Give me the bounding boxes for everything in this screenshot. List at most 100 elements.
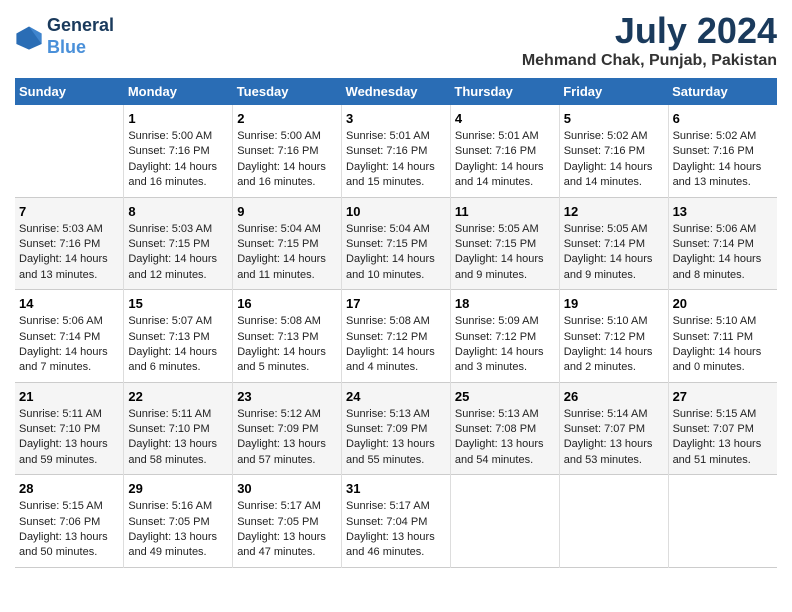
cell-sun-info: Sunrise: 5:13 AMSunset: 7:09 PMDaylight:… bbox=[346, 407, 446, 469]
calendar-week-1: 1 Sunrise: 5:00 AMSunset: 7:16 PMDaylight… bbox=[15, 105, 777, 197]
calendar-cell: 30Sunrise: 5:17 AMSunset: 7:05 PMDayligh… bbox=[233, 475, 342, 568]
calendar-cell: 22Sunrise: 5:11 AMSunset: 7:10 PMDayligh… bbox=[124, 382, 233, 475]
calendar-cell: 5 Sunrise: 5:02 AMSunset: 7:16 PMDaylight… bbox=[559, 105, 668, 197]
cell-sun-info: Sunrise: 5:06 AMSunset: 7:14 PMDaylight:… bbox=[673, 222, 773, 284]
calendar-cell: 19Sunrise: 5:10 AMSunset: 7:12 PMDayligh… bbox=[559, 290, 668, 383]
calendar-week-3: 14 Sunrise: 5:06 AMSunset: 7:14 PMDayligh… bbox=[15, 290, 777, 383]
day-number: 5 bbox=[564, 111, 664, 126]
calendar-table: SundayMondayTuesdayWednesdayThursdayFrid… bbox=[15, 78, 777, 568]
day-number: 15 bbox=[128, 296, 228, 311]
day-header-friday: Friday bbox=[559, 78, 668, 105]
cell-sun-info: Sunrise: 5:14 AMSunset: 7:07 PMDaylight:… bbox=[564, 407, 664, 469]
main-title: July 2024 bbox=[522, 10, 777, 52]
day-header-wednesday: Wednesday bbox=[342, 78, 451, 105]
calendar-cell: 23 Sunrise: 5:12 AMSunset: 7:09 PMDayligh… bbox=[233, 382, 342, 475]
calendar-cell: 29Sunrise: 5:16 AMSunset: 7:05 PMDayligh… bbox=[124, 475, 233, 568]
cell-sun-info: Sunrise: 5:03 AMSunset: 7:16 PMDaylight:… bbox=[19, 222, 119, 284]
day-number: 25 bbox=[455, 389, 555, 404]
cell-sun-info: Sunrise: 5:01 AMSunset: 7:16 PMDaylight:… bbox=[455, 129, 555, 191]
calendar-cell: 7 Sunrise: 5:03 AMSunset: 7:16 PMDaylight… bbox=[15, 197, 124, 290]
cell-sun-info: Sunrise: 5:00 AMSunset: 7:16 PMDaylight:… bbox=[237, 129, 337, 191]
title-area: July 2024 Mehmand Chak, Punjab, Pakistan bbox=[522, 10, 777, 70]
calendar-cell: 12Sunrise: 5:05 AMSunset: 7:14 PMDayligh… bbox=[559, 197, 668, 290]
calendar-cell: 16Sunrise: 5:08 AMSunset: 7:13 PMDayligh… bbox=[233, 290, 342, 383]
day-number: 23 bbox=[237, 389, 337, 404]
day-number: 14 bbox=[19, 296, 119, 311]
day-number: 8 bbox=[128, 204, 228, 219]
cell-sun-info: Sunrise: 5:17 AMSunset: 7:04 PMDaylight:… bbox=[346, 499, 446, 561]
calendar-cell: 6 Sunrise: 5:02 AMSunset: 7:16 PMDaylight… bbox=[668, 105, 777, 197]
day-header-saturday: Saturday bbox=[668, 78, 777, 105]
calendar-cell: 21Sunrise: 5:11 AMSunset: 7:10 PMDayligh… bbox=[15, 382, 124, 475]
day-number: 28 bbox=[19, 481, 119, 496]
cell-sun-info: Sunrise: 5:10 AMSunset: 7:11 PMDaylight:… bbox=[673, 314, 773, 376]
calendar-cell: 14 Sunrise: 5:06 AMSunset: 7:14 PMDayligh… bbox=[15, 290, 124, 383]
day-header-tuesday: Tuesday bbox=[233, 78, 342, 105]
cell-sun-info: Sunrise: 5:02 AMSunset: 7:16 PMDaylight:… bbox=[564, 129, 664, 191]
day-number: 29 bbox=[128, 481, 228, 496]
day-number: 27 bbox=[673, 389, 773, 404]
calendar-cell: 13 Sunrise: 5:06 AMSunset: 7:14 PMDayligh… bbox=[668, 197, 777, 290]
calendar-cell: 28 Sunrise: 5:15 AMSunset: 7:06 PMDayligh… bbox=[15, 475, 124, 568]
calendar-week-2: 7 Sunrise: 5:03 AMSunset: 7:16 PMDaylight… bbox=[15, 197, 777, 290]
cell-sun-info: Sunrise: 5:15 AMSunset: 7:06 PMDaylight:… bbox=[19, 499, 119, 561]
calendar-cell: 26 Sunrise: 5:14 AMSunset: 7:07 PMDayligh… bbox=[559, 382, 668, 475]
cell-sun-info: Sunrise: 5:05 AMSunset: 7:15 PMDaylight:… bbox=[455, 222, 555, 284]
day-header-monday: Monday bbox=[124, 78, 233, 105]
calendar-cell bbox=[668, 475, 777, 568]
calendar-cell: 27 Sunrise: 5:15 AMSunset: 7:07 PMDayligh… bbox=[668, 382, 777, 475]
calendar-cell: 20 Sunrise: 5:10 AMSunset: 7:11 PMDayligh… bbox=[668, 290, 777, 383]
calendar-cell: 11 Sunrise: 5:05 AMSunset: 7:15 PMDayligh… bbox=[450, 197, 559, 290]
calendar-cell: 3Sunrise: 5:01 AMSunset: 7:16 PMDaylight… bbox=[342, 105, 451, 197]
day-number: 11 bbox=[455, 204, 555, 219]
cell-sun-info: Sunrise: 5:15 AMSunset: 7:07 PMDaylight:… bbox=[673, 407, 773, 469]
cell-sun-info: Sunrise: 5:12 AMSunset: 7:09 PMDaylight:… bbox=[237, 407, 337, 469]
cell-sun-info: Sunrise: 5:02 AMSunset: 7:16 PMDaylight:… bbox=[673, 129, 773, 191]
day-number: 10 bbox=[346, 204, 446, 219]
day-number: 20 bbox=[673, 296, 773, 311]
calendar-cell: 2Sunrise: 5:00 AMSunset: 7:16 PMDaylight… bbox=[233, 105, 342, 197]
day-number: 6 bbox=[673, 111, 773, 126]
day-number: 22 bbox=[128, 389, 228, 404]
cell-sun-info: Sunrise: 5:06 AMSunset: 7:14 PMDaylight:… bbox=[19, 314, 119, 376]
calendar-cell bbox=[15, 105, 124, 197]
cell-sun-info: Sunrise: 5:08 AMSunset: 7:12 PMDaylight:… bbox=[346, 314, 446, 376]
calendar-cell: 25 Sunrise: 5:13 AMSunset: 7:08 PMDayligh… bbox=[450, 382, 559, 475]
page-header: General Blue July 2024 Mehmand Chak, Pun… bbox=[15, 10, 777, 70]
calendar-cell: 8 Sunrise: 5:03 AMSunset: 7:15 PMDaylight… bbox=[124, 197, 233, 290]
day-number: 17 bbox=[346, 296, 446, 311]
calendar-cell bbox=[450, 475, 559, 568]
calendar-cell: 1 Sunrise: 5:00 AMSunset: 7:16 PMDaylight… bbox=[124, 105, 233, 197]
day-header-sunday: Sunday bbox=[15, 78, 124, 105]
cell-sun-info: Sunrise: 5:04 AMSunset: 7:15 PMDaylight:… bbox=[237, 222, 337, 284]
day-number: 4 bbox=[455, 111, 555, 126]
logo-icon bbox=[15, 23, 43, 51]
cell-sun-info: Sunrise: 5:07 AMSunset: 7:13 PMDaylight:… bbox=[128, 314, 228, 376]
day-number: 19 bbox=[564, 296, 664, 311]
day-number: 24 bbox=[346, 389, 446, 404]
calendar-cell: 4 Sunrise: 5:01 AMSunset: 7:16 PMDaylight… bbox=[450, 105, 559, 197]
calendar-week-4: 21Sunrise: 5:11 AMSunset: 7:10 PMDayligh… bbox=[15, 382, 777, 475]
calendar-cell: 17 Sunrise: 5:08 AMSunset: 7:12 PMDayligh… bbox=[342, 290, 451, 383]
day-number: 9 bbox=[237, 204, 337, 219]
calendar-cell: 10 Sunrise: 5:04 AMSunset: 7:15 PMDayligh… bbox=[342, 197, 451, 290]
logo-text: General Blue bbox=[47, 15, 114, 58]
cell-sun-info: Sunrise: 5:01 AMSunset: 7:16 PMDaylight:… bbox=[346, 129, 446, 191]
cell-sun-info: Sunrise: 5:11 AMSunset: 7:10 PMDaylight:… bbox=[19, 407, 119, 469]
day-number: 12 bbox=[564, 204, 664, 219]
day-header-thursday: Thursday bbox=[450, 78, 559, 105]
cell-sun-info: Sunrise: 5:17 AMSunset: 7:05 PMDaylight:… bbox=[237, 499, 337, 561]
cell-sun-info: Sunrise: 5:04 AMSunset: 7:15 PMDaylight:… bbox=[346, 222, 446, 284]
calendar-week-5: 28 Sunrise: 5:15 AMSunset: 7:06 PMDayligh… bbox=[15, 475, 777, 568]
day-number: 7 bbox=[19, 204, 119, 219]
cell-sun-info: Sunrise: 5:03 AMSunset: 7:15 PMDaylight:… bbox=[128, 222, 228, 284]
cell-sun-info: Sunrise: 5:13 AMSunset: 7:08 PMDaylight:… bbox=[455, 407, 555, 469]
calendar-cell bbox=[559, 475, 668, 568]
day-number: 1 bbox=[128, 111, 228, 126]
location-subtitle: Mehmand Chak, Punjab, Pakistan bbox=[522, 52, 777, 70]
cell-sun-info: Sunrise: 5:00 AMSunset: 7:16 PMDaylight:… bbox=[128, 129, 228, 191]
cell-sun-info: Sunrise: 5:08 AMSunset: 7:13 PMDaylight:… bbox=[237, 314, 337, 376]
calendar-cell: 15 Sunrise: 5:07 AMSunset: 7:13 PMDayligh… bbox=[124, 290, 233, 383]
day-number: 13 bbox=[673, 204, 773, 219]
day-number: 26 bbox=[564, 389, 664, 404]
